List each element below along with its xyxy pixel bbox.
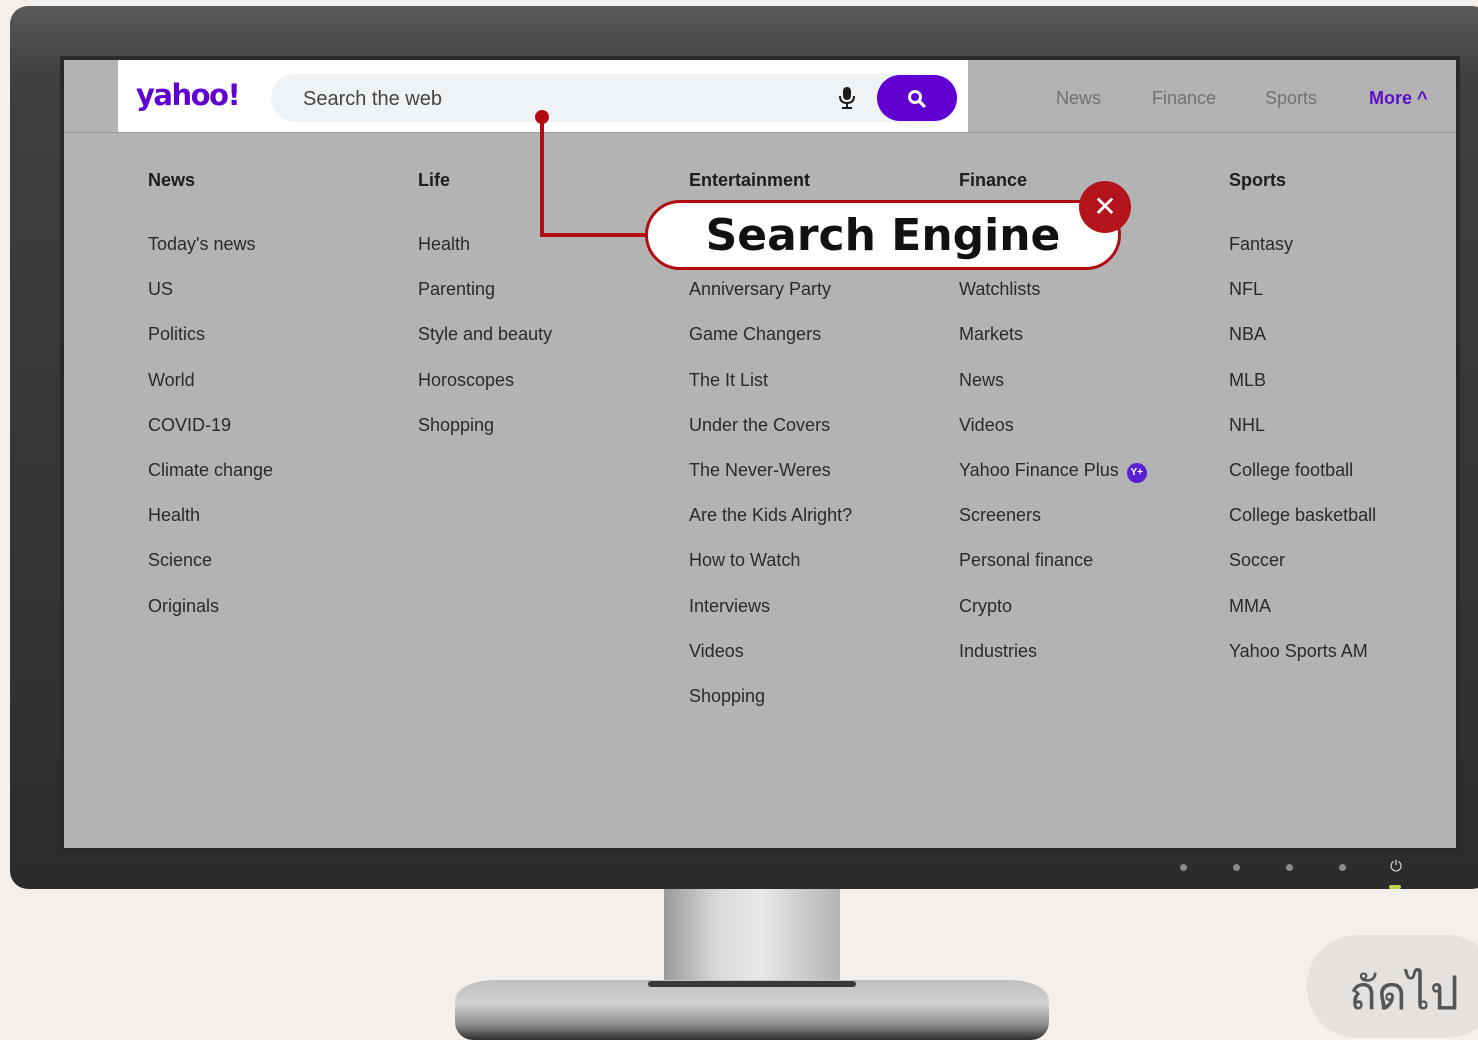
monitor-frame: yahoo! News <box>10 6 1478 889</box>
menu-item[interactable]: Health <box>418 232 552 277</box>
monitor-button-2[interactable] <box>1233 864 1240 871</box>
callout-pointer-dot <box>535 110 549 124</box>
power-icon[interactable]: ⏻ <box>1387 857 1405 875</box>
menu-item[interactable]: College football <box>1229 458 1376 503</box>
menu-item[interactable]: COVID-19 <box>148 413 273 458</box>
menu-item[interactable]: Interviews <box>689 594 852 639</box>
next-button-label: ถัดไป <box>1349 966 1460 1020</box>
menu-column-news: News Today's news US Politics World COVI… <box>148 170 273 639</box>
menu-item[interactable]: Screeners <box>959 503 1147 548</box>
menu-item[interactable]: Watchlists <box>959 277 1147 322</box>
search-engine-callout: Search Engine <box>645 200 1121 270</box>
menu-column-sports: Sports Fantasy NFL NBA MLB NHL College f… <box>1229 170 1376 684</box>
menu-item[interactable]: Fantasy <box>1229 232 1376 277</box>
menu-item[interactable]: Anniversary Party <box>689 277 852 322</box>
monitor-button-4[interactable] <box>1339 864 1346 871</box>
menu-item[interactable]: The Never-Weres <box>689 458 852 503</box>
menu-item[interactable]: Videos <box>959 413 1147 458</box>
menu-item[interactable]: Markets <box>959 322 1147 367</box>
menu-item[interactable]: Health <box>148 503 273 548</box>
callout-label: Search Engine <box>705 210 1061 261</box>
monitor-screen: yahoo! News <box>60 56 1460 852</box>
yahoo-plus-badge-icon: Y+ <box>1126 462 1147 483</box>
menu-item[interactable]: Horoscopes <box>418 368 552 413</box>
callout-pointer-line <box>540 117 544 237</box>
callout-pointer-line <box>540 233 650 237</box>
menu-item[interactable]: Parenting <box>418 277 552 322</box>
monitor-button-1[interactable] <box>1180 864 1187 871</box>
menu-item[interactable]: World <box>148 368 273 413</box>
menu-item[interactable]: Shopping <box>689 684 852 729</box>
monitor-stand-base <box>455 980 1049 1040</box>
menu-item[interactable]: Shopping <box>418 413 552 458</box>
menu-item[interactable]: Politics <box>148 322 273 367</box>
topnav-finance[interactable]: Finance <box>1152 88 1216 109</box>
menu-item[interactable]: College basketball <box>1229 503 1376 548</box>
menu-item[interactable]: US <box>148 277 273 322</box>
menu-item-label: Yahoo Finance Plus <box>959 459 1119 480</box>
menu-item[interactable]: Originals <box>148 594 273 639</box>
menu-item[interactable]: NFL <box>1229 277 1376 322</box>
menu-item[interactable]: MMA <box>1229 594 1376 639</box>
menu-item[interactable]: Today's news <box>148 232 273 277</box>
topnav-sports[interactable]: Sports <box>1265 88 1317 109</box>
menu-column-life: Life Health Parenting Style and beauty H… <box>418 170 552 458</box>
menu-heading[interactable]: News <box>148 170 273 194</box>
menu-item[interactable]: Industries <box>959 639 1147 684</box>
yahoo-logo[interactable]: yahoo! <box>136 78 241 112</box>
menu-heading[interactable]: Life <box>418 170 552 194</box>
search-button[interactable] <box>877 75 957 121</box>
callout-close-button[interactable]: ✕ <box>1079 181 1131 233</box>
menu-item[interactable]: Personal finance <box>959 548 1147 593</box>
microphone-icon[interactable] <box>838 86 856 110</box>
menu-item[interactable]: Videos <box>689 639 852 684</box>
monitor-stand-joint <box>648 981 856 987</box>
search-icon <box>908 90 926 108</box>
menu-item[interactable]: Crypto <box>959 594 1147 639</box>
monitor-button-3[interactable] <box>1286 864 1293 871</box>
menu-item[interactable]: Soccer <box>1229 548 1376 593</box>
menu-item[interactable]: Are the Kids Alright? <box>689 503 852 548</box>
search-input[interactable] <box>301 86 825 112</box>
monitor-stand-neck <box>664 889 840 984</box>
menu-item[interactable]: Game Changers <box>689 322 852 367</box>
menu-item[interactable]: Style and beauty <box>418 322 552 367</box>
menu-item[interactable]: How to Watch <box>689 548 852 593</box>
next-button[interactable]: ถัดไป <box>1307 935 1478 1038</box>
menu-item[interactable]: Yahoo Sports AM <box>1229 639 1376 684</box>
menu-item[interactable]: Science <box>148 548 273 593</box>
yahoo-header: yahoo! News <box>64 60 1456 133</box>
menu-heading[interactable]: Sports <box>1229 170 1376 194</box>
menu-item[interactable]: Climate change <box>148 458 273 503</box>
topnav-news[interactable]: News <box>1056 88 1101 109</box>
menu-item[interactable]: NBA <box>1229 322 1376 367</box>
menu-item[interactable]: The It List <box>689 368 852 413</box>
menu-item[interactable]: News <box>959 368 1147 413</box>
power-indicator-light <box>1389 885 1401 889</box>
search-box <box>271 74 959 122</box>
menu-item[interactable]: NHL <box>1229 413 1376 458</box>
menu-item[interactable]: Under the Covers <box>689 413 852 458</box>
topnav-more[interactable]: More ^ <box>1369 88 1428 109</box>
menu-item[interactable]: MLB <box>1229 368 1376 413</box>
menu-heading[interactable]: Entertainment <box>689 170 852 194</box>
menu-item-finance-plus[interactable]: Yahoo Finance Plus Y+ <box>959 458 1147 503</box>
